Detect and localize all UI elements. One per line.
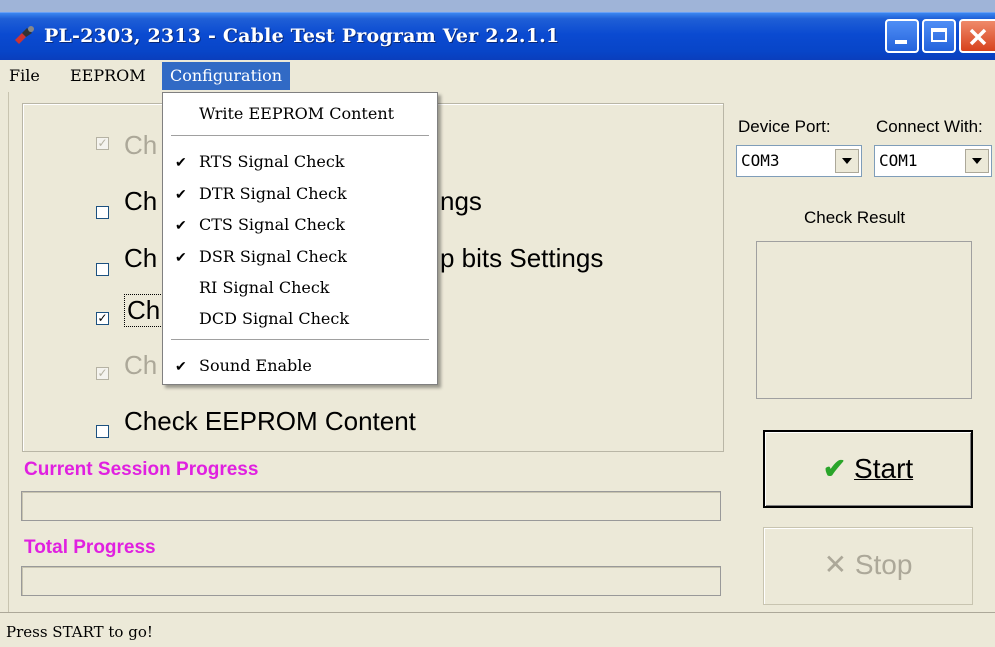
menu-item-ri-check[interactable]: RI Signal Check: [199, 278, 330, 297]
check-eeprom-checkbox[interactable]: [96, 425, 109, 438]
menu-file[interactable]: File: [9, 66, 40, 85]
minimize-button[interactable]: [885, 19, 919, 53]
check-result-box: [756, 241, 972, 399]
checkmark-icon: ✔: [175, 186, 187, 202]
chevron-down-icon[interactable]: [835, 149, 859, 173]
maximize-button[interactable]: [922, 19, 956, 53]
stop-button[interactable]: ✕ Stop: [763, 527, 973, 605]
option-5-label: Ch: [124, 350, 158, 380]
option-2-label[interactable]: Ch: [124, 186, 157, 217]
menu-separator: [171, 339, 429, 341]
option-3-checkbox[interactable]: [96, 263, 109, 276]
option-1-checkbox: ✓: [96, 136, 109, 150]
menu-item-dtr-check[interactable]: DTR Signal Check: [199, 184, 347, 203]
connect-with-value: COM1: [879, 151, 918, 170]
menu-item-rts-check[interactable]: RTS Signal Check: [199, 152, 345, 171]
device-port-label: Device Port:: [738, 117, 831, 136]
minimize-icon: [895, 40, 907, 44]
option-2-checkbox[interactable]: [96, 206, 109, 219]
window-frame-left: [0, 92, 9, 646]
menu-item-dsr-check[interactable]: DSR Signal Check: [199, 247, 347, 266]
option-4-label[interactable]: Ch: [124, 294, 164, 327]
check-result-label: Check Result: [804, 208, 906, 227]
total-progress-label: Total Progress: [24, 537, 156, 558]
start-button-content: ✔ Start: [765, 452, 971, 485]
menu-item-cts-check[interactable]: CTS Signal Check: [199, 215, 345, 234]
close-icon: [969, 28, 987, 46]
status-text: Press START to go!: [6, 623, 153, 641]
checkmark-icon: ✔: [175, 358, 187, 374]
total-progress-bar: [21, 566, 721, 596]
stop-button-label: Stop: [854, 549, 913, 580]
option-3-label-tail: p bits Settings: [440, 243, 604, 273]
current-progress-label: Current Session Progress: [24, 459, 259, 480]
menu-configuration[interactable]: Configuration: [162, 62, 291, 90]
menu-item-dcd-check[interactable]: DCD Signal Check: [199, 309, 349, 328]
start-button-label: Start: [854, 453, 914, 484]
option-2-label-tail: ngs: [440, 186, 482, 216]
chevron-down-icon[interactable]: [965, 149, 989, 173]
usb-cable-icon: [15, 26, 34, 44]
start-button[interactable]: ✔ Start: [763, 430, 973, 508]
menu-separator: [171, 135, 429, 137]
menu-bar: [0, 60, 995, 92]
connect-with-label: Connect With:: [876, 117, 983, 136]
window-title: PL-2303, 2313 - Cable Test Program Ver 2…: [44, 25, 560, 47]
device-port-value: COM3: [741, 151, 780, 170]
option-5-checkbox: ✓: [96, 366, 109, 380]
option-4-checkbox[interactable]: ✓: [96, 312, 109, 325]
checkmark-icon: ✔: [175, 217, 187, 233]
connect-with-select[interactable]: COM1: [874, 145, 992, 177]
option-1-label: Ch: [124, 130, 158, 160]
maximize-icon: [931, 28, 947, 42]
background-strip: [0, 0, 995, 12]
device-port-select[interactable]: COM3: [736, 145, 862, 177]
checkmark-icon: ✔: [175, 249, 187, 265]
menu-item-sound-enable[interactable]: Sound Enable: [199, 356, 312, 375]
menu-eeprom[interactable]: EEPROM: [70, 66, 146, 85]
close-button[interactable]: [959, 19, 995, 53]
configuration-menu: Write EEPROM Content ✔ RTS Signal Check …: [162, 92, 438, 385]
check-eeprom-label[interactable]: Check EEPROM Content: [124, 406, 416, 437]
menu-item-write-eeprom[interactable]: Write EEPROM Content: [199, 104, 394, 123]
checkmark-icon: ✔: [175, 154, 187, 170]
option-3-label[interactable]: Ch: [124, 243, 157, 274]
stop-button-content: ✕ Stop: [764, 548, 972, 581]
cross-icon: ✕: [823, 549, 848, 580]
current-progress-bar: [21, 491, 721, 521]
checkmark-icon: ✔: [822, 453, 847, 484]
